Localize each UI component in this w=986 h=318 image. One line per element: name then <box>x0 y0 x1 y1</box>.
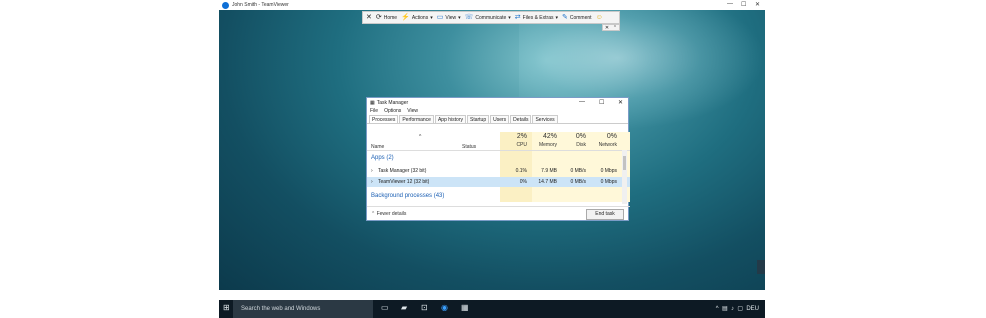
disk-pct: 0% <box>575 133 586 140</box>
task-manager-title: Task Manager <box>376 99 409 106</box>
task-manager-taskbar-icon[interactable]: ▦ <box>461 303 469 312</box>
teamviewer-window: John Smith - TeamViewer — ☐ ✕ ✕ ⟳ Home ⚡… <box>219 0 765 318</box>
task-manager-titlebar: ▦ Task Manager <box>367 98 628 107</box>
background-group-header[interactable]: Background processes (43) <box>371 193 444 199</box>
taskbar-search-box[interactable]: Search the web and Windows <box>233 300 373 318</box>
home-button[interactable]: ⟳ Home <box>376 14 397 21</box>
tab-services[interactable]: Services <box>532 115 558 123</box>
col-disk[interactable]: Disk <box>568 142 586 148</box>
toolbar-subcontrols: ✕ ⌃ <box>602 24 620 31</box>
tm-menubar: File Options View <box>367 107 628 115</box>
col-memory[interactable]: Memory <box>533 142 557 148</box>
windows-start-icon[interactable]: ⊞ <box>223 303 230 312</box>
apps-group-header[interactable]: Apps (2) <box>371 155 394 161</box>
home-icon: ⟳ <box>375 14 382 21</box>
tm-scrollbar[interactable] <box>622 150 627 204</box>
language-indicator[interactable]: DEU <box>746 306 759 312</box>
network-pct: 0% <box>606 133 617 140</box>
teamviewer-logo-icon <box>222 1 229 9</box>
view-button[interactable]: ▭ View ▾ <box>437 14 461 21</box>
action-center-icon[interactable]: ▢ <box>737 306 743 312</box>
close-icon[interactable]: ✕ <box>755 1 760 8</box>
tm-close-icon[interactable]: ✕ <box>618 99 623 106</box>
tab-processes[interactable]: Processes <box>369 115 399 123</box>
tab-users[interactable]: Users <box>490 115 510 123</box>
lightning-icon: ⚡ <box>401 14 410 21</box>
teamviewer-taskbar-icon[interactable]: ◉ <box>441 303 448 312</box>
collapse-icon[interactable]: ⌃ <box>613 25 617 31</box>
window-titlebar: John Smith - TeamViewer — ☐ ✕ <box>219 0 765 10</box>
comment-icon: ✎ <box>562 14 568 21</box>
view-icon: ▭ <box>436 14 444 21</box>
files-extras-button[interactable]: ⇄ Files & Extras ▾ <box>515 14 558 21</box>
tm-maximize-icon[interactable]: ☐ <box>599 99 604 106</box>
network-icon[interactable]: ▤ <box>722 306 728 312</box>
menu-file[interactable]: File <box>370 108 378 114</box>
tm-footer: ⌃ Fewer details End task <box>367 206 630 223</box>
teamviewer-side-panel-icon[interactable] <box>757 260 765 274</box>
sort-chevron-icon: ^ <box>419 134 422 140</box>
teamviewer-toolbar: ✕ ⟳ Home ⚡ Actions ▾ ▭ View ▾ ☏ Communicat… <box>362 11 620 24</box>
col-status[interactable]: Status <box>462 144 476 150</box>
file-explorer-icon[interactable]: ▰ <box>401 303 407 312</box>
tm-tabs: Processes Performance App history Startu… <box>367 115 628 124</box>
close-icon: ✕ <box>366 14 372 21</box>
close-session-button[interactable]: ✕ <box>366 14 372 21</box>
tab-app-history[interactable]: App history <box>434 115 466 123</box>
col-network[interactable]: Network <box>593 142 617 148</box>
minimize-icon[interactable]: — <box>727 1 733 7</box>
task-manager-window: ▦ Task Manager — ☐ ✕ File Options View P… <box>366 97 630 223</box>
table-row[interactable]: › TeamViewer 12 (32 bit) 0% 14.7 MB 0 MB… <box>367 177 630 187</box>
maximize-icon[interactable]: ☐ <box>741 1 746 8</box>
pin-icon[interactable]: ✕ <box>605 25 609 31</box>
table-row[interactable]: › Task Manager (32 bit) 0.1% 7.9 MB 0 MB… <box>367 166 630 176</box>
tab-startup[interactable]: Startup <box>466 115 490 123</box>
fewer-details-button[interactable]: ⌃ Fewer details <box>371 211 406 217</box>
expand-chevron-icon[interactable]: › <box>371 168 373 174</box>
expand-chevron-icon[interactable]: › <box>371 179 373 185</box>
scroll-thumb[interactable] <box>623 156 626 170</box>
menu-view[interactable]: View <box>407 108 418 114</box>
task-view-icon[interactable]: ▭ <box>381 303 389 312</box>
process-table-header: Name Status ^ 2% CPU 42% Memory 0% Disk … <box>367 132 630 151</box>
window-title: John Smith - TeamViewer <box>232 2 289 8</box>
menu-options[interactable]: Options <box>384 108 401 114</box>
tab-performance[interactable]: Performance <box>399 115 434 123</box>
emoji-button[interactable]: ☺ <box>596 14 603 21</box>
cpu-pct: 2% <box>516 133 527 140</box>
memory-pct: 42% <box>542 133 557 140</box>
communicate-button[interactable]: ☏ Communicate ▾ <box>465 14 511 21</box>
col-cpu[interactable]: CPU <box>507 142 527 148</box>
tab-details[interactable]: Details <box>510 115 532 123</box>
windows-taskbar: ⊞ Search the web and Windows ▭ ▰ ⊡ ◉ ▦ ^… <box>219 300 765 318</box>
task-manager-icon: ▦ <box>370 99 375 106</box>
tm-minimize-icon[interactable]: — <box>579 99 585 105</box>
comment-button[interactable]: ✎ Comment <box>562 14 592 21</box>
smiley-icon: ☺ <box>595 14 603 21</box>
notifications-icon[interactable]: ^ <box>716 306 719 312</box>
system-tray: ^ ▤ ♪ ▢ DEU <box>716 305 759 312</box>
actions-button[interactable]: ⚡ Actions ▾ <box>401 14 433 21</box>
files-icon: ⇄ <box>514 14 521 21</box>
chevron-up-icon: ⌃ <box>371 211 376 217</box>
communicate-icon: ☏ <box>464 14 474 21</box>
volume-icon[interactable]: ♪ <box>731 306 734 312</box>
store-icon[interactable]: ⊡ <box>421 303 428 312</box>
col-name[interactable]: Name <box>371 144 384 150</box>
end-task-button[interactable]: End task <box>586 209 624 220</box>
